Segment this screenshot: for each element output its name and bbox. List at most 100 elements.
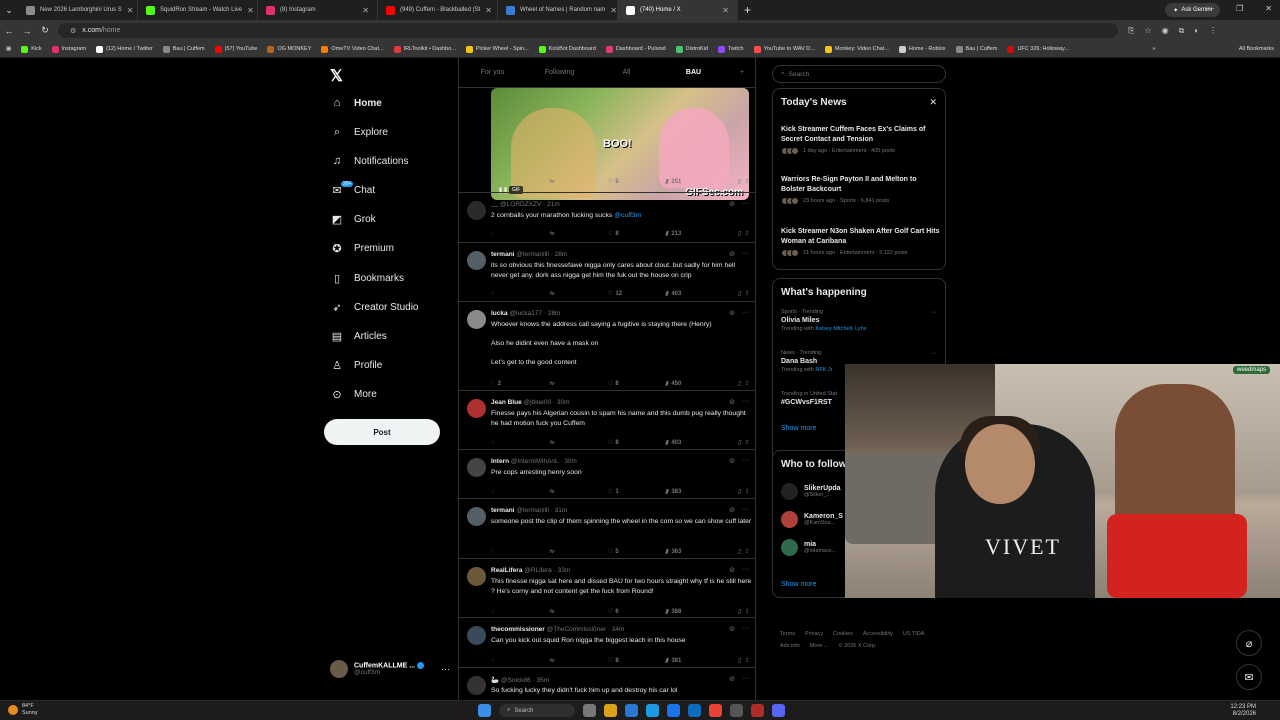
add-tab-icon[interactable]: + [727,69,755,76]
footer-link[interactable]: Accessibility [863,628,893,640]
profile-menu-icon[interactable]: ◐ [1194,26,1199,36]
trend-with-topics[interactable]: RFK Jr [815,367,832,373]
share-icon[interactable]: ⇪ [744,657,749,664]
forward-icon[interactable]: → [18,26,36,36]
bookmark-icon[interactable]: ▯ [738,290,741,297]
bookmark-icon[interactable]: ▯ [738,488,741,495]
browser-tab[interactable]: (8) Instagram ✕ [258,0,378,20]
tweet-author-name[interactable]: Jean Blue [491,399,522,406]
messages-fab-icon[interactable]: ✉ [1236,664,1262,690]
grok-explain-icon[interactable]: ⊘ [729,625,735,633]
like-button[interactable]: ♡ 8 [607,657,665,665]
trend-item[interactable]: Sports · Trending Olivia Miles Trending wi… [781,309,941,332]
tab-for-you[interactable]: For you [459,69,526,76]
views-button[interactable]: ▮ 403 [665,290,725,298]
footer-link[interactable]: Ads info [780,640,800,652]
tweet-avatar[interactable] [467,201,486,220]
follow-show-more[interactable]: Show more [781,581,816,588]
bookmark-item[interactable]: KickBot Dashboard [538,45,596,53]
browser-tab[interactable]: SquidRon Stream - Watch Live ✕ [138,0,258,20]
tweet-avatar[interactable] [467,458,486,477]
taskbar-search[interactable]: ⌕ Search [499,704,575,717]
trends-show-more[interactable]: Show more [781,425,816,432]
share-icon[interactable]: ⇪ [744,439,749,446]
tweet-more-icon[interactable]: ··· [742,200,749,208]
bookmark-item[interactable]: Dashboard - Pulsoid [605,45,666,53]
footer-link[interactable]: Privacy [805,628,823,640]
chrome-icon[interactable] [709,704,722,717]
reply-button[interactable]: ◌ [491,179,549,185]
views-button[interactable]: ▮ 403 [665,439,725,447]
site-info-icon[interactable]: ⚙ [70,27,76,35]
like-button[interactable]: ♡ 8 [607,230,665,238]
repost-button[interactable]: ⇆ [549,488,607,495]
mail-icon[interactable] [688,704,701,717]
bookmark-item[interactable]: OG MONKEY [267,45,311,53]
bookmark-item[interactable]: Monkey: Video Chat... [824,45,889,53]
bookmark-item[interactable]: YouTube to WAV D... [753,45,815,53]
share-icon[interactable]: ⇪ [744,380,749,387]
browser-tab[interactable]: (949) Cuffem - Blackballed (St ✕ [378,0,498,20]
trend-with-topics[interactable]: Kelsey Mitchell, Lynx [815,326,866,332]
search-input[interactable]: ⌕ Search [772,65,946,83]
tweet-more-icon[interactable]: ··· [742,250,749,258]
tweet-author-name[interactable]: Intern [491,458,509,465]
x-logo[interactable]: 𝕏 [330,66,343,86]
like-button[interactable]: ♡ 6 [607,608,665,616]
bookmark-icon[interactable]: ▯ [738,439,741,446]
copilot-icon[interactable] [625,704,638,717]
browser-tab[interactable]: Wheel of Names | Random nam ✕ [498,0,618,20]
footer-link[interactable]: Terms [780,628,795,640]
bookmark-icon[interactable]: ▯ [738,230,741,237]
apps-icon[interactable]: ▦ [6,46,11,52]
tweet-mention[interactable]: @cuff3m [614,212,641,219]
reply-button[interactable]: ◌ [491,231,549,237]
grok-explain-icon[interactable]: ⊘ [729,200,735,208]
tweet-author-name[interactable]: thecommissioner [491,626,545,633]
sidebar-item-grok[interactable]: ◩ Grok [330,213,376,226]
taskbar-clock[interactable]: 12:23 PM 8/2/2026 [1230,704,1256,718]
sidebar-item-more[interactable]: ⊙ More [330,388,376,401]
share-icon[interactable]: ⇪ [744,548,749,555]
grok-explain-icon[interactable]: ⊘ [729,566,735,574]
repost-button[interactable]: ⇆ [549,439,607,446]
views-button[interactable]: ▮ 450 [665,380,725,388]
like-button[interactable]: ♡ 8 [607,439,665,447]
repost-button[interactable]: ⇆ [549,178,607,185]
views-button[interactable]: ▮ 381 [665,657,725,665]
account-more-icon[interactable]: ··· [441,664,450,674]
reply-button[interactable]: ◌ [491,489,549,495]
share-icon[interactable]: ⇪ [744,608,749,615]
grok-explain-icon[interactable]: ⊘ [729,309,735,317]
app-icon[interactable] [730,704,743,717]
bookmark-item[interactable]: IRLToolkit • Dashbo... [393,45,456,53]
file-explorer-icon[interactable] [604,704,617,717]
tweet-more-icon[interactable]: ··· [742,675,749,683]
repost-button[interactable]: ⇆ [549,657,607,664]
reply-button[interactable]: ◌ [491,549,549,555]
account-switcher[interactable]: CuffemKALLME ... @cuff3m ··· [330,660,450,678]
bookmark-item[interactable]: Picker Wheel - Spin... [465,45,529,53]
address-bar[interactable]: ⚙ x.com/home [58,23,1118,38]
tweet-avatar[interactable] [467,310,486,329]
follow-suggestion[interactable]: SlikerUpda @Sliker_... [781,483,841,500]
install-icon[interactable]: ⎘ [1128,26,1134,36]
grok-explain-icon[interactable]: ⊘ [729,675,735,683]
tab-close-icon[interactable]: ✕ [127,6,134,15]
news-item[interactable]: Kick Streamer N3on Shaken After Golf Car… [781,227,941,257]
tweet-more-icon[interactable]: ··· [742,309,749,317]
tab-search-icon[interactable]: ⌄ [0,5,18,16]
tab-close-icon[interactable]: ✕ [247,6,254,15]
bookmark-item[interactable]: Bau | Cuffem [955,45,997,53]
new-tab-icon[interactable]: + [744,3,751,17]
views-button[interactable]: ▮ 388 [665,608,725,616]
minimize-icon[interactable]: — [1206,4,1214,13]
like-button[interactable]: ♡ 5 [607,178,665,186]
footer-link[interactable]: Cookies [833,628,853,640]
tweet-avatar[interactable] [467,626,486,645]
views-button[interactable]: ▮ 213 [665,230,725,238]
weather-widget[interactable]: 84°F Sunny [8,703,38,717]
tab-close-icon[interactable]: ✕ [722,6,729,15]
grok-explain-icon[interactable]: ⊘ [729,398,735,406]
reply-button[interactable]: ◌ 2 [491,381,549,387]
